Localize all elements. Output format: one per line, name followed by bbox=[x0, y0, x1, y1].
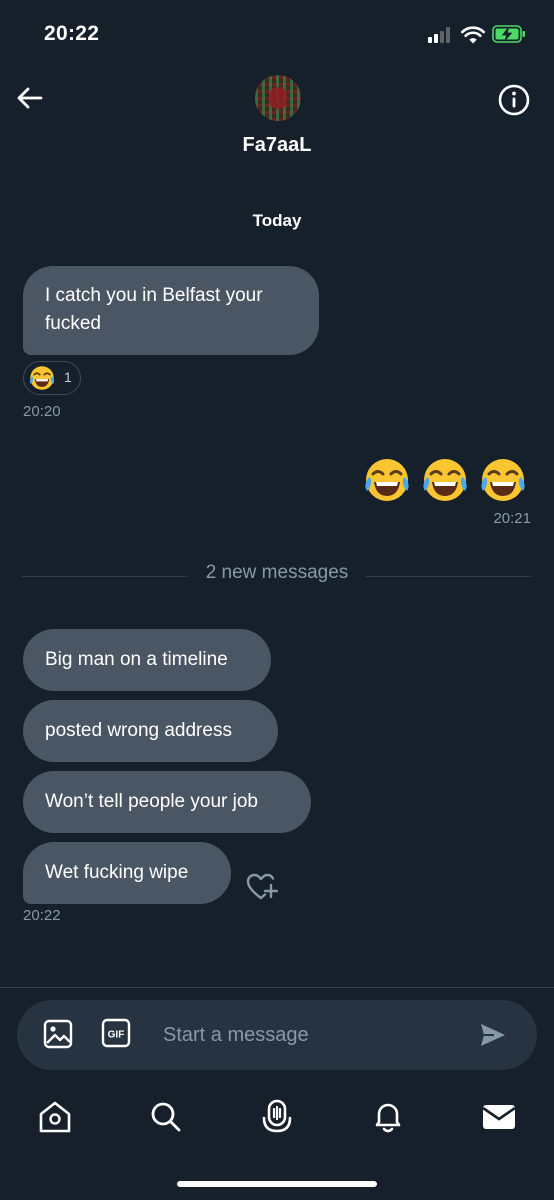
laughing-face-icon bbox=[481, 459, 525, 501]
incoming-message-bubble[interactable]: Big man on a timeline bbox=[23, 629, 271, 691]
new-messages-label: 2 new messages bbox=[193, 562, 361, 583]
contact-name[interactable]: Fa7aaL bbox=[0, 134, 554, 157]
reaction-badge[interactable]: 1 bbox=[23, 361, 81, 395]
contact-avatar[interactable] bbox=[255, 75, 301, 121]
new-messages-divider: 2 new messages bbox=[0, 562, 554, 584]
reaction-count: 1 bbox=[64, 369, 72, 385]
add-reaction-heart-icon[interactable] bbox=[244, 870, 278, 904]
messages-icon[interactable] bbox=[480, 1098, 518, 1136]
spaces-icon[interactable] bbox=[258, 1098, 296, 1136]
laughing-face-icon bbox=[29, 366, 55, 390]
incoming-message-bubble[interactable]: I catch you in Belfast your fucked bbox=[23, 266, 319, 355]
message-timestamp: 20:20 bbox=[23, 403, 61, 420]
incoming-message-bubble[interactable]: Wet fucking wipe bbox=[23, 842, 231, 904]
notifications-icon[interactable] bbox=[369, 1098, 407, 1136]
info-icon[interactable] bbox=[497, 83, 531, 117]
back-arrow-icon[interactable] bbox=[14, 82, 46, 114]
incoming-message-bubble[interactable]: Won’t tell people your job bbox=[23, 771, 311, 833]
battery-charging-icon bbox=[492, 25, 525, 43]
incoming-message-bubble[interactable]: posted wrong address bbox=[23, 700, 278, 762]
search-icon[interactable] bbox=[147, 1098, 185, 1136]
message-input[interactable] bbox=[163, 1016, 453, 1054]
day-separator: Today bbox=[252, 211, 302, 230]
composer-divider bbox=[0, 987, 554, 988]
laughing-face-icon bbox=[365, 459, 409, 501]
outgoing-emoji-message[interactable] bbox=[362, 455, 532, 505]
message-timestamp: 20:21 bbox=[493, 510, 531, 527]
gif-icon[interactable]: GIF bbox=[101, 1018, 131, 1048]
wifi-icon bbox=[461, 26, 485, 44]
message-timestamp: 20:22 bbox=[23, 907, 61, 924]
svg-text:GIF: GIF bbox=[108, 1030, 125, 1041]
status-time: 20:22 bbox=[44, 22, 100, 45]
cellular-signal-icon bbox=[428, 27, 454, 43]
home-indicator[interactable] bbox=[177, 1181, 377, 1187]
laughing-face-icon bbox=[423, 459, 467, 501]
send-icon[interactable] bbox=[478, 1020, 508, 1050]
home-icon[interactable] bbox=[36, 1098, 74, 1136]
image-icon[interactable] bbox=[42, 1018, 74, 1050]
